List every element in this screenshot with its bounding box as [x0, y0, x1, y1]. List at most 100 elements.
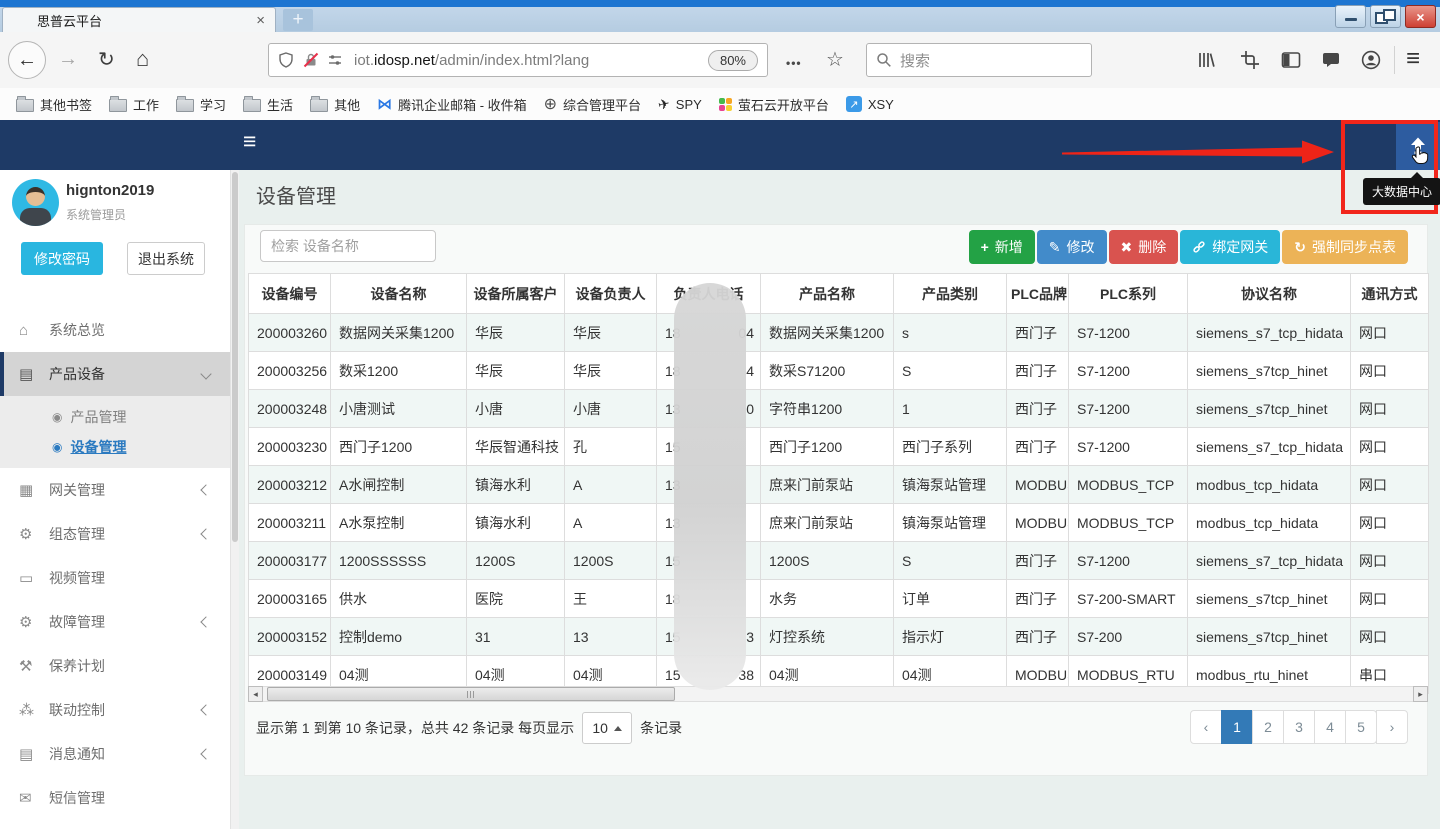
bookmark-item[interactable]: 其他书签 — [16, 95, 92, 114]
page-size-select[interactable]: 10 — [582, 712, 632, 744]
new-tab-button[interactable]: + — [283, 9, 313, 31]
bookmark-item[interactable]: 工作 — [109, 95, 159, 114]
cell-comm-type: 网口 — [1351, 542, 1429, 580]
window-close-button[interactable]: × — [1405, 5, 1436, 28]
sidebar-subitem[interactable]: ◉ 产品管理 — [0, 402, 230, 432]
scrollbar-thumb[interactable] — [232, 172, 238, 542]
bookmark-star-icon[interactable]: ☆ — [826, 47, 844, 72]
page-title: 设备管理 — [256, 180, 336, 209]
table-row[interactable]: 200003230 西门子1200 华辰智通科技 孔 15 西门子1200 西门… — [249, 428, 1429, 466]
table-header-cell[interactable]: PLC品牌 — [1007, 274, 1069, 314]
shield-icon[interactable] — [278, 52, 294, 68]
window-restore-button[interactable] — [1370, 5, 1401, 28]
screenshot-crop-icon[interactable] — [1240, 50, 1260, 70]
table-row[interactable]: 200003248 小唐测试 小唐 小唐 130 字符串1200 1 西门子 S… — [249, 390, 1429, 428]
toolbar-button[interactable]: + 新增 — [969, 230, 1035, 264]
browser-tab[interactable]: 思普云平台 × — [2, 7, 276, 33]
table-row[interactable]: 200003211 A水泵控制 镇海水利 A 13 庶来门前泵站 镇海泵站管理 … — [249, 504, 1429, 542]
sidebar-item[interactable]: ⚒ 保养计划 — [0, 644, 230, 688]
toolbar-button[interactable]: ↻ 强制同步点表 — [1282, 230, 1408, 264]
table-header-cell[interactable]: 产品类别 — [894, 274, 1007, 314]
table-header-cell[interactable]: 设备所属客户 — [467, 274, 565, 314]
sidebar-item[interactable]: ▤ 消息通知 — [0, 732, 230, 776]
device-search-input[interactable] — [260, 230, 436, 262]
folder-icon — [176, 99, 194, 112]
sidebar-item[interactable]: ⌂ 系统总览 — [0, 308, 230, 352]
bookmark-item[interactable]: 学习 — [176, 95, 226, 114]
bookmark-item[interactable]: 其他 — [310, 95, 360, 114]
table-header-cell[interactable]: 通讯方式 — [1351, 274, 1429, 314]
table-row[interactable]: 200003165 供水 医院 王 18 水务 订单 西门子 S7-200-SM… — [249, 580, 1429, 618]
table-row[interactable]: 200003260 数据网关采集1200 华辰 华辰 1804 数据网关采集12… — [249, 314, 1429, 352]
sidebar-item[interactable]: ⚙ 故障管理 — [0, 600, 230, 644]
prev-page-button[interactable]: ‹ — [1190, 710, 1222, 744]
table-row[interactable]: 200003256 数采1200 华辰 华辰 184 数采S71200 S 西门… — [249, 352, 1429, 390]
sidebar-item[interactable]: ▭ 视频管理 — [0, 556, 230, 600]
menu-hamburger-icon[interactable]: ≡ — [1406, 45, 1420, 73]
table-row[interactable]: 200003152 控制demo 31 13 153 灯控系统 指示灯 西门子 … — [249, 618, 1429, 656]
url-text[interactable]: iot.idosp.net/admin/index.html?lang — [354, 52, 589, 69]
big-data-center-button[interactable] — [1396, 122, 1440, 170]
sidebar-item[interactable]: ▦ 网关管理 — [0, 468, 230, 512]
bookmark-item[interactable]: ↗ XSY — [846, 96, 894, 112]
table-header-cell[interactable]: 协议名称 — [1188, 274, 1351, 314]
back-button[interactable]: ← — [8, 41, 46, 79]
page-number-button[interactable]: 2 — [1252, 710, 1284, 744]
table-row[interactable]: 200003212 A水闸控制 镇海水利 A 13 庶来门前泵站 镇海泵站管理 … — [249, 466, 1429, 504]
reload-button[interactable]: ↻ — [98, 47, 115, 72]
sidebar-item[interactable]: ⁂ 联动控制 — [0, 688, 230, 732]
url-path: /admin/index.html?lang — [435, 52, 589, 69]
insecure-lock-icon[interactable] — [303, 52, 319, 68]
scroll-left-button[interactable]: ◂ — [248, 686, 263, 702]
toolbar-button[interactable]: 绑定网关 — [1180, 230, 1280, 264]
bookmark-item[interactable]: ⊕ 综合管理平台 — [544, 94, 641, 114]
browser-search-bar[interactable]: 搜索 — [866, 43, 1092, 77]
scroll-right-button[interactable]: ▸ — [1413, 686, 1428, 702]
sidebar-subitem[interactable]: ◉ 设备管理 — [0, 432, 230, 462]
table-header-cell[interactable]: PLC系列 — [1069, 274, 1188, 314]
scrollbar-thumb[interactable] — [267, 687, 675, 701]
table-horizontal-scrollbar[interactable]: ◂ ▸ — [248, 686, 1428, 702]
sidebar-item[interactable]: ⚙ 组态管理 — [0, 512, 230, 556]
table-header-cell[interactable]: 设备负责人 — [565, 274, 657, 314]
avatar[interactable] — [12, 179, 59, 226]
logout-button[interactable]: 退出系统 — [127, 242, 205, 275]
sidebar-toggle-icon[interactable] — [1281, 50, 1301, 70]
page-number-button[interactable]: 3 — [1283, 710, 1315, 744]
zoom-level-badge[interactable]: 80% — [708, 50, 758, 71]
sidebar-item[interactable]: ▤ 产品设备 — [0, 352, 230, 396]
next-page-button[interactable]: › — [1376, 710, 1408, 744]
toolbar-button[interactable]: ✖ 删除 — [1109, 230, 1179, 264]
library-icon[interactable] — [1196, 50, 1216, 70]
bookmark-item[interactable]: ⋈ 腾讯企业邮箱 - 收件箱 — [377, 95, 527, 114]
page-number-button[interactable]: 5 — [1345, 710, 1377, 744]
bookmark-label: XSY — [868, 97, 894, 112]
bookmark-item[interactable]: ✈ SPY — [658, 96, 702, 113]
table-header-cell[interactable]: 设备名称 — [331, 274, 467, 314]
sidebar-scrollbar[interactable] — [230, 170, 239, 829]
tab-close-icon[interactable]: × — [256, 12, 265, 29]
window-minimize-button[interactable] — [1335, 5, 1366, 28]
bookmark-item[interactable]: 萤石云开放平台 — [719, 95, 829, 114]
page-actions-icon[interactable]: ••• — [786, 56, 802, 70]
cell-customer: 镇海水利 — [467, 466, 565, 504]
toolbar-button[interactable]: ✎ 修改 — [1037, 230, 1107, 264]
pocket-bubble-icon[interactable] — [1321, 50, 1341, 70]
app-sidebar-toggle-icon[interactable]: ≡ — [243, 128, 256, 155]
cell-customer: 华辰 — [467, 314, 565, 352]
scrollbar-track[interactable] — [263, 686, 1413, 702]
bookmark-item[interactable]: 生活 — [243, 95, 293, 114]
permissions-icon[interactable] — [328, 53, 342, 67]
table-header-cell[interactable]: 产品名称 — [761, 274, 894, 314]
change-password-button[interactable]: 修改密码 — [21, 242, 103, 275]
table-row[interactable]: 200003177 1200SSSSSS 1200S 1200S 15 1200… — [249, 542, 1429, 580]
table-header-cell[interactable]: 设备编号 — [249, 274, 331, 314]
account-icon[interactable] — [1361, 50, 1381, 70]
url-bar[interactable]: iot.idosp.net/admin/index.html?lang 80% — [268, 43, 768, 77]
table-header-cell[interactable]: 负责人电话 — [657, 274, 761, 314]
page-number-button[interactable]: 1 — [1221, 710, 1253, 744]
sidebar-item[interactable]: ✉ 短信管理 — [0, 776, 230, 820]
home-button[interactable]: ⌂ — [136, 46, 149, 72]
forward-button[interactable]: → — [58, 48, 78, 71]
page-number-button[interactable]: 4 — [1314, 710, 1346, 744]
